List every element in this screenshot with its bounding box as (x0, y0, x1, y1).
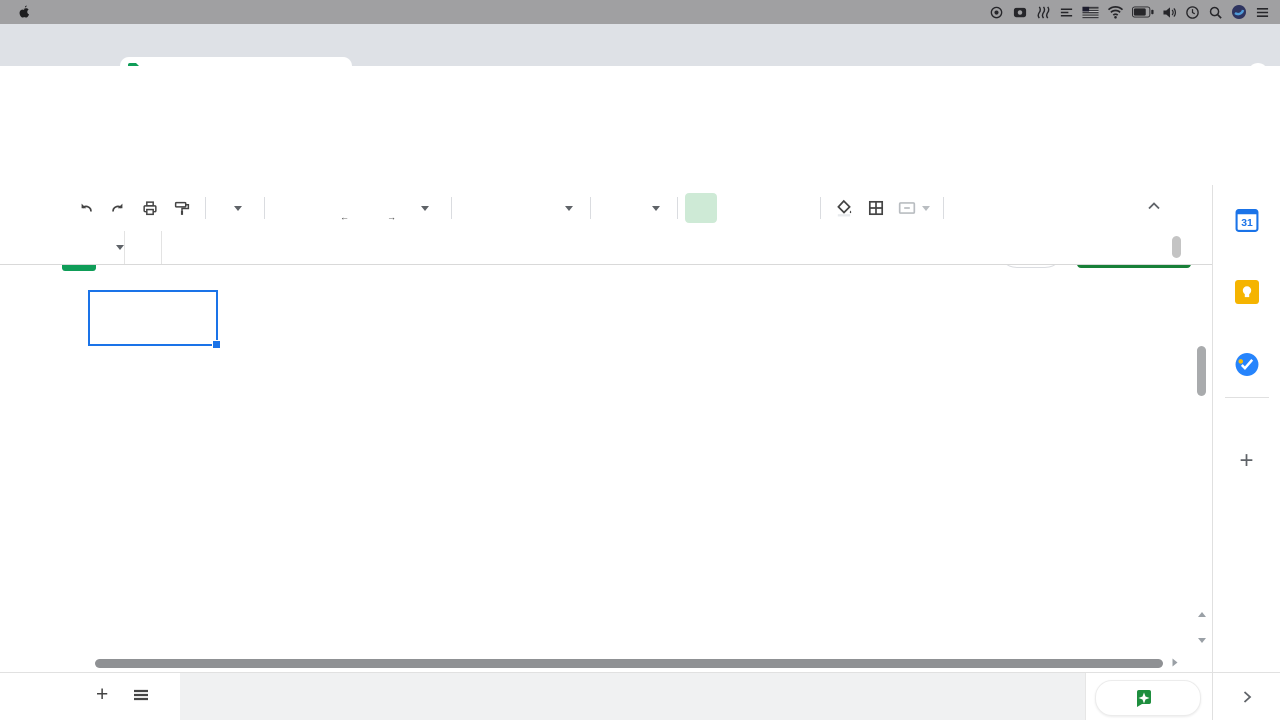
tasks-icon[interactable] (1234, 352, 1259, 382)
vertical-scrollbar-thumb[interactable] (1197, 346, 1206, 396)
mini-scrollbar-thumb[interactable] (1172, 236, 1181, 258)
assistant-icon[interactable] (1231, 4, 1247, 20)
scroll-up-button[interactable] (1194, 604, 1209, 624)
toolbar-separator (205, 197, 206, 219)
name-box-caret[interactable] (116, 245, 124, 250)
calendar-icon[interactable]: 31 (1234, 208, 1259, 238)
wifi-icon[interactable] (1107, 5, 1124, 19)
sheet-tabs-track (180, 673, 1085, 720)
waves-icon[interactable] (1036, 5, 1051, 20)
format-percent-button[interactable] (304, 193, 336, 223)
sidepanel-footer (1212, 673, 1280, 720)
all-sheets-button[interactable] (132, 688, 150, 709)
decrease-decimals-arrow-icon: ← (340, 212, 349, 222)
sheets-toolbar: ← → (0, 185, 1212, 231)
menubar-status-icons (989, 0, 1270, 24)
spotlight-icon[interactable] (1208, 5, 1223, 20)
keep-icon[interactable] (1235, 280, 1259, 309)
control-center-icon[interactable] (1255, 6, 1270, 19)
redo-button[interactable] (102, 193, 134, 223)
volume-icon[interactable] (1162, 6, 1177, 19)
google-side-panel: 31 + (1212, 185, 1280, 672)
explore-button[interactable] (1095, 680, 1201, 716)
toolbar-separator (451, 197, 452, 219)
sidepanel-divider (1225, 397, 1269, 398)
text-color-button[interactable] (781, 193, 813, 223)
svg-text:31: 31 (1241, 218, 1253, 229)
toolbar-separator (820, 197, 821, 219)
italic-button[interactable] (717, 193, 749, 223)
scroll-down-button[interactable] (1194, 630, 1209, 650)
toolbar-separator (264, 197, 265, 219)
sidebar-list-icon[interactable] (1059, 5, 1074, 20)
zoom-select[interactable] (213, 193, 257, 223)
screen: × + ← → ↻ ⋮ (0, 0, 1280, 720)
bold-button[interactable] (685, 193, 717, 223)
more-toolbar-button[interactable] (951, 193, 983, 223)
keyboard-flag-icon[interactable] (1082, 6, 1099, 19)
name-box[interactable] (0, 245, 124, 250)
fill-color-button[interactable] (828, 193, 860, 223)
increase-decimals-button[interactable]: → (368, 193, 400, 223)
add-sheet-button[interactable]: + (96, 683, 108, 707)
screen-mirror-icon[interactable] (1012, 5, 1028, 20)
battery-icon[interactable] (1132, 6, 1154, 18)
chrome-url-bar: ← → ↻ ⋮ (0, 66, 1280, 105)
expand-sidepanel-icon[interactable] (1239, 689, 1255, 705)
number-format-menu[interactable] (400, 193, 444, 223)
formula-bar (0, 231, 1212, 265)
chrome-tab-strip: × + (0, 24, 1280, 66)
sheets-header (0, 104, 1280, 185)
explore-area (1085, 673, 1212, 720)
merge-cells-button[interactable] (892, 193, 936, 223)
toolbar-separator (677, 197, 678, 219)
scroll-right-button[interactable] (1168, 655, 1182, 669)
collapse-toolbar-icon[interactable] (1146, 198, 1162, 219)
print-button[interactable] (134, 193, 166, 223)
explore-icon (1134, 688, 1154, 708)
increase-decimals-arrow-icon: → (387, 212, 396, 222)
divider (161, 231, 162, 264)
paint-format-button[interactable] (166, 193, 198, 223)
selection-outline (88, 290, 218, 346)
toolbar-separator (590, 197, 591, 219)
font-size-select[interactable] (598, 193, 670, 223)
undo-button[interactable] (70, 193, 102, 223)
strikethrough-button[interactable] (749, 193, 781, 223)
font-family-select[interactable] (459, 193, 583, 223)
format-currency-button[interactable] (272, 193, 304, 223)
record-icon[interactable] (989, 5, 1004, 20)
sheet-tab-bar: + (0, 672, 1280, 720)
clock-icon[interactable] (1185, 5, 1200, 20)
divider (124, 231, 125, 264)
toolbar-separator (943, 197, 944, 219)
decrease-decimals-button[interactable]: ← (336, 193, 368, 223)
horizontal-scrollbar-thumb[interactable] (95, 659, 1163, 668)
borders-button[interactable] (860, 193, 892, 223)
get-addons-button[interactable]: + (1239, 447, 1253, 475)
apple-icon[interactable] (0, 4, 37, 20)
macos-menubar (0, 0, 1280, 24)
selection-fill-handle[interactable] (212, 340, 221, 349)
